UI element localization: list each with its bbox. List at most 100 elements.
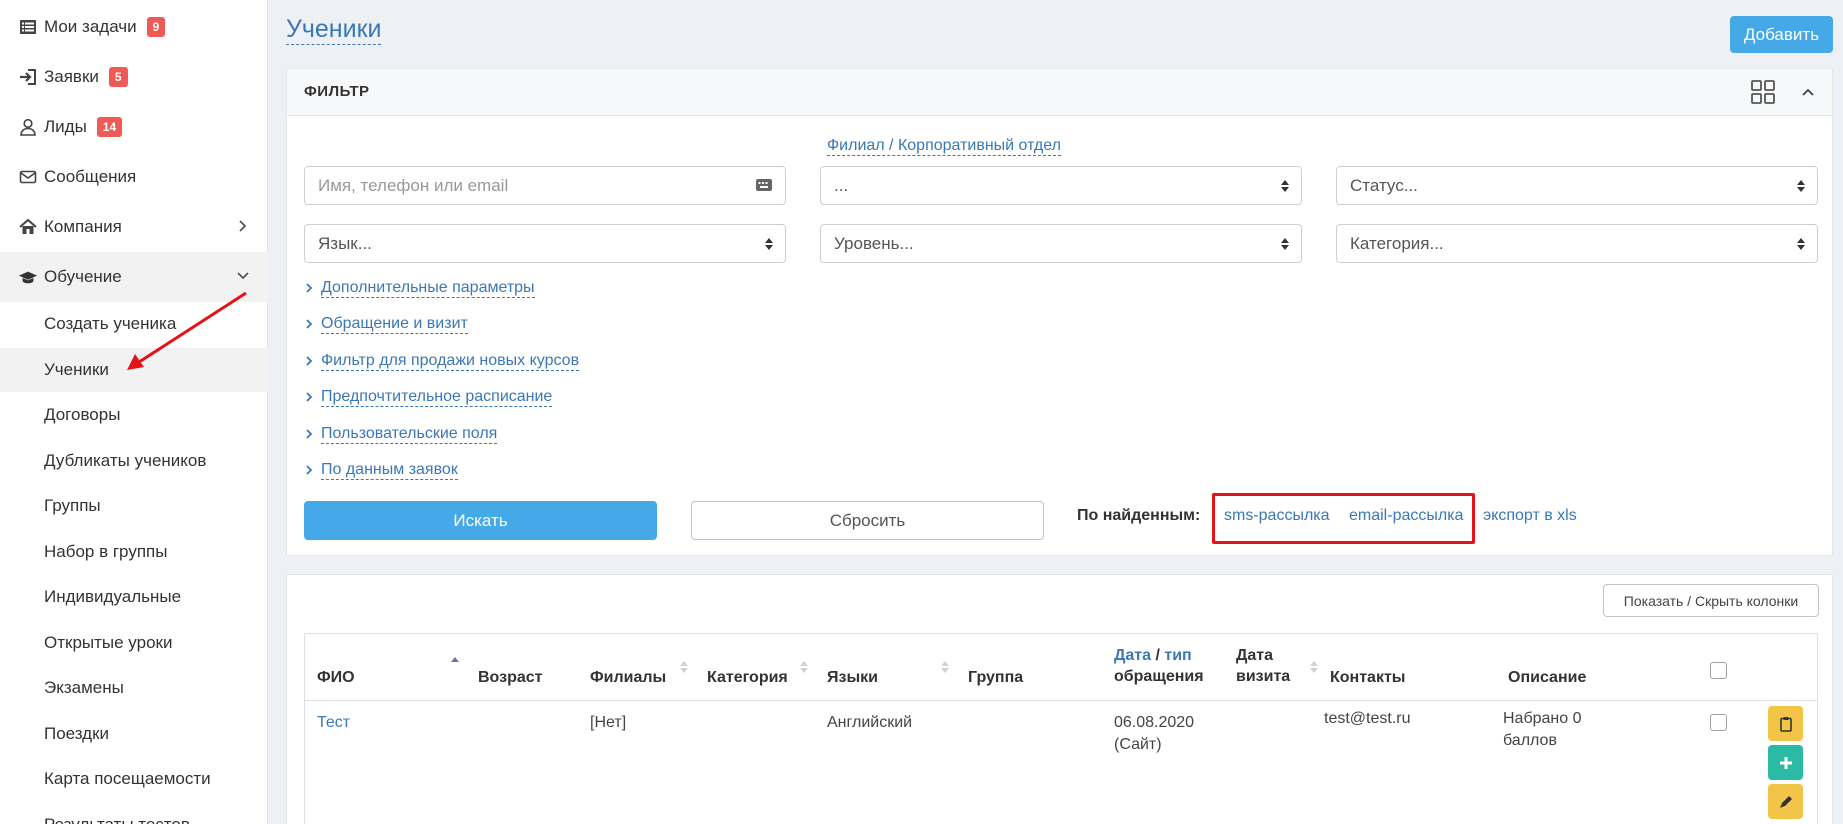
edit-button[interactable] [1768,784,1803,819]
expander-label: По данным заявок [321,461,458,480]
sidebar-subitem-trips[interactable]: Поездки [0,712,268,756]
description-line1: Набрано 0 [1503,710,1582,727]
add-button-row[interactable] [1768,745,1803,780]
expander-label: Дополнительные параметры [321,279,535,298]
col-header-name[interactable]: ФИО [317,667,355,688]
col-header-group[interactable]: Группа [968,667,1023,688]
grid-icon[interactable] [1751,80,1775,104]
graduation-cap-icon [18,267,38,287]
count-badge: 5 [108,67,128,87]
subitem-label: Открытые уроки [44,633,173,652]
expander-preferred-schedule[interactable]: Предпочтительное расписание [304,387,553,407]
cell-request-date: 06.08.2020 (Сайт) [1114,712,1194,756]
select-arrows-icon [1281,180,1289,192]
date-header-line2: обращения [1114,668,1204,685]
select-arrows-icon [765,238,773,250]
list-icon [18,17,38,37]
col-header-visit-date[interactable]: Дата визита [1236,645,1290,687]
expander-custom-fields[interactable]: Пользовательские поля [304,424,498,444]
sidebar-subitem-groups[interactable]: Группы [0,484,268,528]
chevron-right-icon [306,356,313,366]
expander-request-data[interactable]: По данным заявок [304,460,458,480]
sort-icon [680,661,688,673]
sidebar-item-company[interactable]: Компания [0,202,268,252]
status-select-value: Статус... [1350,175,1418,195]
expander-label: Пользовательские поля [321,425,498,444]
select-arrows-icon [1797,180,1805,192]
category-select[interactable]: Категория... [1336,224,1818,263]
expander-new-courses[interactable]: Фильтр для продажи новых курсов [304,351,580,371]
reset-button[interactable]: Сбросить [691,501,1044,540]
col-header-request-date[interactable]: Дата / тип обращения [1114,645,1204,687]
chevron-up-icon[interactable] [1801,85,1815,99]
sidebar-subitem-test-results[interactable]: Результаты тестов [0,803,268,824]
status-select[interactable]: Статус... [1336,166,1818,205]
students-table-panel: Показать / Скрыть колонки ФИО Возраст Фи… [286,574,1833,824]
sidebar-subitem-enrollment[interactable]: Набор в группы [0,530,268,574]
chevron-right-icon [306,429,313,439]
toggle-columns-button[interactable]: Показать / Скрыть колонки [1603,584,1819,617]
language-select[interactable]: Язык... [304,224,786,263]
col-header-contacts[interactable]: Контакты [1330,667,1405,688]
level-select[interactable]: Уровень... [820,224,1302,263]
select-all-checkbox[interactable] [1710,662,1727,679]
col-header-languages[interactable]: Языки [827,667,878,688]
col-header-branches[interactable]: Филиалы [590,667,666,688]
sidebar-subitem-open-lessons[interactable]: Открытые уроки [0,621,268,665]
branch-select-value: ... [834,175,849,195]
sidebar-subitem-exams[interactable]: Экзамены [0,666,268,710]
students-table: ФИО Возраст Филиалы Категория Языки Груп… [304,633,1818,824]
sidebar-item-leads[interactable]: Лиды 14 [0,102,268,152]
sign-in-icon [18,67,38,87]
clipboard-button[interactable] [1768,706,1803,741]
sidebar-item-label: Заявки [44,67,99,86]
col-header-category[interactable]: Категория [707,667,788,688]
sidebar-item-my-tasks[interactable]: Мои задачи 9 [0,2,268,52]
cell-contacts: test@test.ru [1324,710,1411,727]
sidebar-item-label: Мои задачи [44,17,137,36]
sidebar-item-education[interactable]: Обучение [0,252,268,302]
search-input[interactable]: Имя, телефон или email [304,166,786,205]
sidebar-subitem-contracts[interactable]: Договоры [0,393,268,437]
export-xls-link[interactable]: экспорт в xls [1483,507,1577,525]
expander-label: Обращение и визит [321,315,468,334]
visit-header-line2: визита [1236,668,1291,685]
count-badge: 9 [146,17,166,37]
keyboard-icon [756,179,772,191]
sidebar-item-label: Сообщения [44,167,137,186]
sidebar-subitem-students[interactable]: Ученики [0,348,268,392]
sidebar-subitem-create-student[interactable]: Создать ученика [0,302,268,346]
expander-additional-params[interactable]: Дополнительные параметры [304,278,535,298]
sidebar-subitem-individual[interactable]: Индивидуальные [0,575,268,619]
col-header-age[interactable]: Возраст [478,667,542,688]
sidebar-subitem-duplicates[interactable]: Дубликаты учеников [0,439,268,483]
student-name-link[interactable]: Тест [317,712,350,734]
sort-icon [800,661,808,673]
sidebar: Мои задачи 9 Заявки 5 Лиды 14 Сообщения … [0,0,268,824]
count-badge: 14 [96,117,123,137]
page-title[interactable]: Ученики [286,14,382,45]
search-button[interactable]: Искать [304,501,657,540]
envelope-icon [18,167,38,187]
sidebar-item-label: Обучение [44,267,122,286]
sort-icon [941,661,949,673]
branch-filter-link[interactable]: Филиал / Корпоративный отдел [827,136,1061,156]
chevron-right-icon [306,319,313,329]
category-select-value: Категория... [1350,233,1444,253]
sort-date-link[interactable]: Дата [1114,647,1151,664]
expander-label: Предпочтительное расписание [321,388,553,407]
branch-select[interactable]: ... [820,166,1302,205]
sidebar-item-messages[interactable]: Сообщения [0,152,268,202]
cell-branches: [Нет] [590,714,627,731]
col-header-description[interactable]: Описание [1508,667,1586,688]
row-checkbox[interactable] [1710,714,1727,731]
sidebar-subitem-attendance-map[interactable]: Карта посещаемости [0,757,268,801]
sort-type-link[interactable]: тип [1164,647,1191,664]
sidebar-item-requests[interactable]: Заявки 5 [0,52,268,102]
sort-asc-icon [451,657,459,662]
add-button[interactable]: Добавить [1730,16,1833,53]
select-arrows-icon [1797,238,1805,250]
expander-contact-visit[interactable]: Обращение и визит [304,314,468,334]
pencil-icon [1779,795,1792,808]
subitem-label: Поездки [44,724,110,743]
